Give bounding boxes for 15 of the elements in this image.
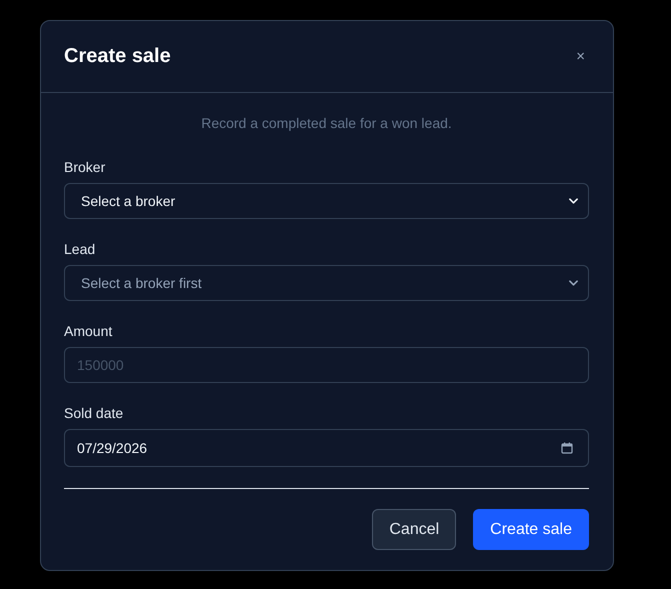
field-label: Sold date: [64, 405, 124, 421]
dialog-title: Create sale: [64, 45, 171, 68]
dialog-description: Record a completed sale for a won lead.: [200, 115, 453, 132]
field-label: Amount: [64, 323, 112, 339]
chevron-down-icon: [569, 198, 578, 204]
field-label: Broker: [64, 159, 106, 175]
chevron-down-icon: [569, 280, 578, 286]
close-button[interactable]: ×: [572, 46, 589, 67]
cancel-button[interactable]: Cancel: [372, 509, 456, 550]
select-field[interactable]: Select a broker: [64, 183, 589, 219]
date-field[interactable]: 07/29/2026: [77, 440, 148, 456]
create-button[interactable]: Create sale: [473, 509, 589, 550]
field-label: Lead: [64, 241, 96, 257]
calendar-icon[interactable]: [561, 442, 573, 454]
amount-field[interactable]: 150000: [64, 347, 589, 383]
